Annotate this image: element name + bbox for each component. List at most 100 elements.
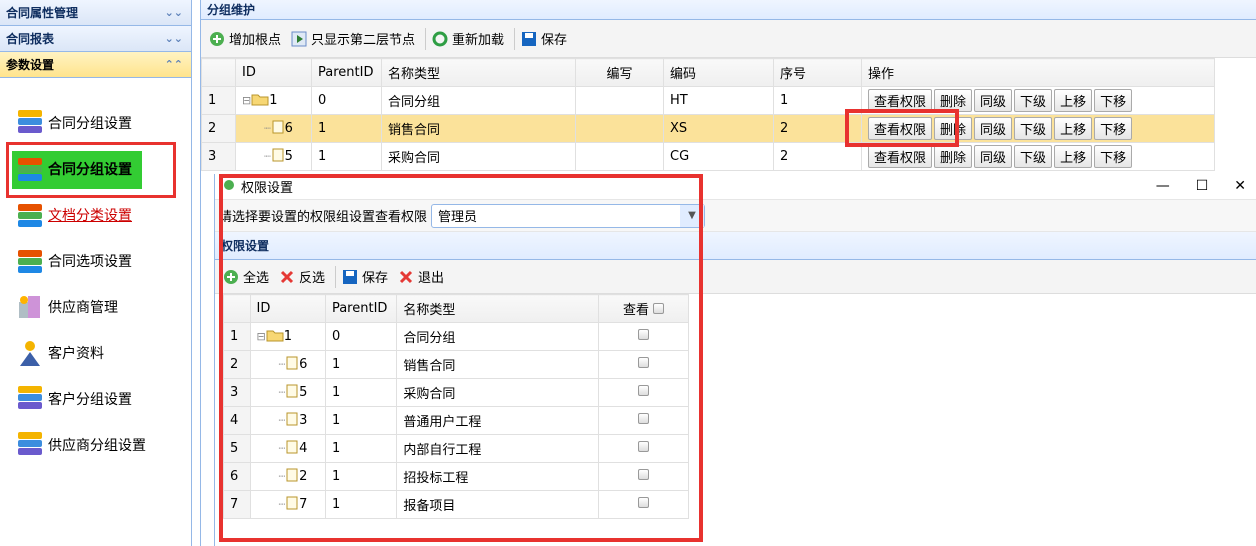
move-down-button[interactable]: 下移 [1094,145,1133,168]
menu-item-supplier-group[interactable]: 供应商分组设置 [0,422,190,468]
menu-item-customer-group[interactable]: 客户分组设置 [0,376,190,422]
column-header[interactable]: ID [235,58,312,87]
menu-item-label: 文档分类设置 [48,208,132,224]
show-second-level-button[interactable]: 只显示第二层节点 [291,29,415,48]
collapse-icon[interactable]: ⊟ [242,94,251,107]
main-toolbar: 增加根点 只显示第二层节点 重新加载 保存 [201,20,1256,58]
same-level-button[interactable]: 同级 [974,145,1013,168]
parent-cell: 1 [311,114,382,143]
annotation-red-box [219,174,703,542]
move-down-button[interactable]: 下移 [1094,89,1133,112]
view-permission-button[interactable]: 查看权限 [868,145,933,168]
maximize-icon[interactable]: ☐ [1196,178,1209,194]
column-header[interactable]: 操作 [861,58,1215,87]
child-level-button[interactable]: 下级 [1014,117,1053,140]
books-icon [16,108,44,138]
section-contract-reports[interactable]: 合同报表 ⌄⌄ [0,26,191,52]
abbr-cell [575,114,664,143]
code-cell: HT [663,86,774,115]
section-parameter-settings[interactable]: 参数设置 ⌃⌃ [0,52,191,78]
column-header[interactable]: 名称类型 [381,58,576,87]
panel-title: 分组维护 [201,0,1256,20]
child-level-button[interactable]: 下级 [1014,145,1053,168]
chevron-down-icon[interactable]: ⌄⌄ [165,0,183,26]
menu-item-supplier-management[interactable]: 供应商管理 [0,284,190,330]
menu-item-document-category[interactable]: 文档分类设置 [0,192,190,238]
button-label: 增加根点 [229,33,282,48]
file-icon [271,120,285,138]
id-cell: ┈ 6 [235,114,312,143]
table-row-selected[interactable]: 2 ┈ 6 1 销售合同 XS 2 查看权限 删除 同级 下级 上移 下移 [201,114,1215,143]
menu-item-label: 供应商管理 [48,300,118,316]
window-controls: — ☐ ✕ [1156,178,1246,194]
books-icon [16,246,44,276]
supplier-icon [16,292,44,322]
code-cell: CG [663,142,774,171]
books-icon [16,384,44,414]
row-number: 2 [201,114,236,143]
abbr-cell [575,142,664,171]
abbr-cell [575,86,664,115]
row-number: 3 [201,142,236,171]
move-up-button[interactable]: 上移 [1054,117,1093,140]
column-header[interactable]: 序号 [773,58,862,87]
chevron-down-icon[interactable]: ⌄⌄ [165,26,183,52]
reload-button[interactable]: 重新加载 [432,29,504,48]
column-header[interactable]: 编写 [575,58,664,87]
books-icon [16,154,44,184]
toolbar-separator [425,27,427,50]
id-value: 6 [284,121,293,136]
section-label: 合同报表 [6,32,55,46]
same-level-button[interactable]: 同级 [974,117,1013,140]
menu-item-label: 客户分组设置 [48,392,132,408]
books-icon [16,430,44,460]
books-icon [16,200,44,230]
menu-item-label: 客户资料 [48,346,104,362]
table-row[interactable]: 1 ⊟ 1 0 合同分组 HT 1 查看权限 删除 同级 下级 上移 下移 [201,86,1215,115]
menu-item-label: 合同分组设置 [48,162,132,178]
chevron-up-icon[interactable]: ⌃⌃ [165,52,183,78]
add-icon [209,31,225,47]
add-root-button[interactable]: 增加根点 [209,29,281,48]
move-up-button[interactable]: 上移 [1054,145,1093,168]
button-label: 重新加载 [452,33,505,48]
code-cell: XS [663,114,774,143]
move-down-button[interactable]: 下移 [1094,117,1133,140]
left-accordion: 合同属性管理 ⌄⌄ 合同报表 ⌄⌄ 参数设置 ⌃⌃ 合同分组设置 合同分组设置 … [0,0,192,546]
tree-line: ┈ [264,150,271,163]
reload-icon [432,31,448,47]
child-level-button[interactable]: 下级 [1014,89,1053,112]
name-cell: 合同分组 [381,86,576,115]
table-header: ID ParentID 名称类型 编写 编码 序号 操作 [201,58,1215,87]
column-header[interactable]: ParentID [311,58,382,87]
save-icon [521,31,537,47]
button-label: 只显示第二层节点 [311,33,416,48]
menu-item-contract-group-2[interactable]: 合同分组设置 [0,146,190,192]
column-header[interactable]: 编码 [663,58,774,87]
menu-item-contract-options[interactable]: 合同选项设置 [0,238,190,284]
table-row[interactable]: 3 ┈ 5 1 采购合同 CG 2 查看权限 删除 同级 下级 上移 下移 [201,142,1215,171]
parent-cell: 0 [311,86,382,115]
menu-item-label: 供应商分组设置 [48,438,146,454]
id-cell: ⊟ 1 [235,86,312,115]
parent-cell: 1 [311,142,382,171]
save-button[interactable]: 保存 [521,29,567,48]
row-number: 1 [201,86,236,115]
row-number-header [201,58,236,87]
close-icon[interactable]: ✕ [1234,178,1246,194]
name-cell: 采购合同 [381,142,576,171]
move-up-button[interactable]: 上移 [1054,89,1093,112]
section-label: 合同属性管理 [6,6,79,20]
menu-item-customer-info[interactable]: 客户资料 [0,330,190,376]
id-cell: ┈ 5 [235,142,312,171]
permission-dialog: 权限设置 — ☐ ✕ 请选择要设置的权限组设置查看权限 管理员 ▼ 权限设置 全… [214,174,1256,546]
menu-item-label: 合同分组设置 [48,116,132,132]
file-icon [271,148,285,166]
menu-item-contract-group-1[interactable]: 合同分组设置 [0,100,190,146]
delete-button[interactable]: 删除 [934,145,973,168]
same-level-button[interactable]: 同级 [974,89,1013,112]
id-value: 5 [284,149,293,164]
section-contract-attributes[interactable]: 合同属性管理 ⌄⌄ [0,0,191,26]
minimize-icon[interactable]: — [1156,178,1170,194]
annotation-red-box [845,109,959,147]
